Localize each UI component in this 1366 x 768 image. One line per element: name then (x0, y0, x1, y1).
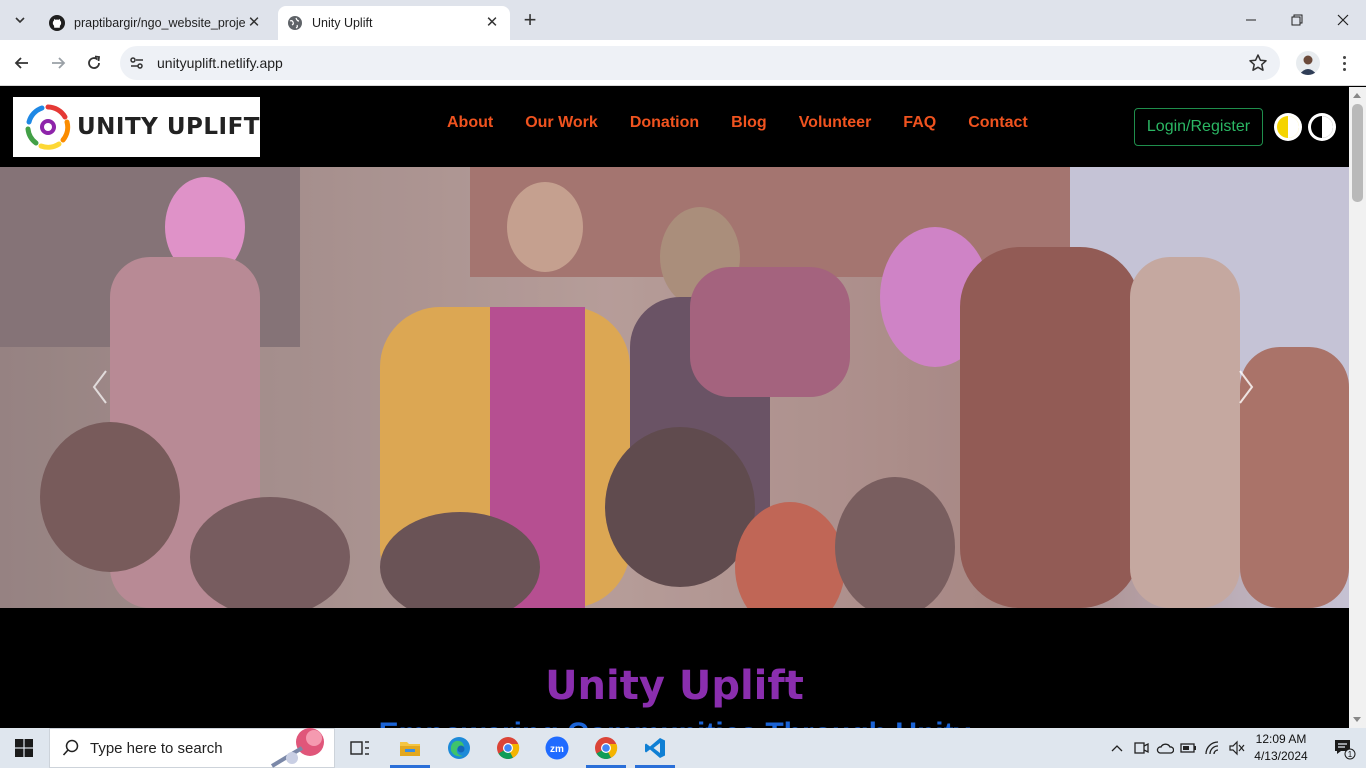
new-tab-button[interactable]: + (518, 9, 542, 33)
search-placeholder: Type here to search (90, 739, 223, 757)
browser-tab-strip: praptibargir/ngo_website_proje ✕ Unity U… (0, 0, 1366, 40)
close-tab-icon[interactable]: ✕ (484, 15, 500, 31)
chrome-button[interactable] (484, 728, 532, 768)
nav-blog[interactable]: Blog (731, 114, 767, 132)
back-button[interactable] (10, 51, 34, 75)
globe-icon (288, 16, 302, 30)
task-view-icon (350, 741, 369, 755)
dark-theme-toggle-icon[interactable] (1307, 112, 1337, 142)
profile-avatar[interactable] (1296, 51, 1320, 75)
meet-now-button[interactable] (1130, 728, 1152, 768)
hero-photo (0, 167, 1349, 608)
windows-icon (15, 739, 33, 757)
volume-muted-icon (1229, 740, 1245, 756)
notification-icon: 1 (1335, 740, 1356, 760)
unity-uplift-logo-icon (25, 104, 71, 150)
chrome-menu-button[interactable] (1334, 51, 1354, 75)
taskbar-clock[interactable]: 12:09 AM 4/13/2024 (1250, 731, 1312, 765)
hero-carousel (0, 167, 1349, 608)
svg-text:zm: zm (550, 744, 564, 755)
edge-icon (448, 737, 470, 759)
search-icon (62, 739, 79, 756)
carousel-next-icon[interactable] (1234, 367, 1258, 407)
logo-text: UNITY UPLIFT (77, 114, 260, 140)
arrow-left-icon (14, 57, 28, 69)
vscode-button[interactable] (631, 728, 679, 768)
chrome-icon (595, 737, 618, 759)
tab-unity-uplift[interactable]: Unity Uplift ✕ (278, 6, 510, 40)
tab-github[interactable]: praptibargir/ngo_website_proje ✕ (40, 6, 272, 40)
minimize-button[interactable] (1228, 0, 1274, 40)
hero-title: Unity Uplift (545, 663, 804, 709)
nav-faq[interactable]: FAQ (903, 114, 936, 132)
task-view-button[interactable] (336, 728, 384, 768)
restore-icon (1291, 14, 1303, 26)
show-hidden-icons-button[interactable] (1106, 728, 1128, 768)
scrollbar-thumb[interactable] (1352, 104, 1363, 202)
chrome-active-button[interactable] (582, 728, 630, 768)
main-nav: About Our Work Donation Blog Volunteer F… (447, 114, 1060, 132)
volume-button[interactable] (1226, 728, 1248, 768)
nav-donation[interactable]: Donation (630, 114, 699, 132)
tab-title: praptibargir/ngo_website_proje (74, 16, 246, 30)
zoom-button[interactable]: zm (533, 728, 581, 768)
close-tab-icon[interactable]: ✕ (246, 15, 262, 31)
close-window-button[interactable] (1320, 0, 1366, 40)
file-explorer-icon (400, 742, 420, 756)
nav-volunteer[interactable]: Volunteer (799, 114, 872, 132)
battery-button[interactable] (1178, 728, 1200, 768)
start-button[interactable] (0, 728, 48, 768)
wifi-icon (1205, 741, 1219, 755)
nav-about[interactable]: About (447, 114, 493, 132)
avatar-icon (1296, 51, 1320, 75)
forward-button[interactable] (46, 51, 70, 75)
browser-toolbar: unityuplift.netlify.app (0, 40, 1366, 86)
minimize-icon (1246, 19, 1256, 21)
light-theme-toggle-icon[interactable] (1273, 112, 1303, 142)
onedrive-button[interactable] (1154, 728, 1176, 768)
scroll-down-icon[interactable] (1353, 717, 1361, 722)
tab-title: Unity Uplift (312, 16, 373, 30)
tab-search-button[interactable] (8, 8, 32, 32)
restore-button[interactable] (1274, 0, 1320, 40)
clock-date: 4/13/2024 (1254, 749, 1308, 763)
chrome-icon (497, 737, 520, 759)
notification-count: 1 (1348, 750, 1353, 759)
close-icon (1337, 14, 1349, 26)
nav-our-work[interactable]: Our Work (525, 114, 598, 132)
web-page: UNITY UPLIFT About Our Work Donation Blo… (0, 87, 1349, 728)
chevron-up-icon (1111, 745, 1123, 752)
zoom-icon: zm (545, 736, 569, 760)
battery-icon (1180, 743, 1196, 753)
site-logo[interactable]: UNITY UPLIFT (13, 97, 260, 157)
reload-icon (88, 55, 101, 69)
page-scrollbar[interactable] (1349, 87, 1366, 728)
network-button[interactable] (1202, 728, 1224, 768)
taskbar-search[interactable]: Type here to search (49, 728, 335, 768)
clock-time: 12:09 AM (1255, 732, 1307, 746)
arrow-right-icon (52, 57, 66, 69)
edge-button[interactable] (435, 728, 483, 768)
login-register-button[interactable]: Login/Register (1134, 108, 1263, 146)
site-header: UNITY UPLIFT About Our Work Donation Blo… (0, 87, 1349, 167)
carousel-prev-icon[interactable] (88, 367, 112, 407)
vscode-icon (645, 738, 665, 758)
notification-center-button[interactable]: 1 (1322, 728, 1366, 768)
chevron-down-icon (15, 17, 25, 24)
bookmark-star-icon[interactable] (1248, 53, 1268, 73)
scroll-up-icon[interactable] (1353, 93, 1361, 98)
address-bar[interactable]: unityuplift.netlify.app (120, 46, 1280, 80)
url-text: unityuplift.netlify.app (157, 55, 283, 71)
search-highlight-icon (270, 728, 324, 768)
file-explorer-button[interactable] (386, 728, 434, 768)
site-settings-icon (130, 57, 143, 69)
github-icon (49, 15, 65, 31)
meet-now-icon (1134, 742, 1149, 754)
nav-contact[interactable]: Contact (968, 114, 1028, 132)
reload-button[interactable] (82, 51, 106, 75)
cloud-icon (1156, 743, 1174, 754)
windows-taskbar: Type here to search zm 12:09 AM 4/13/202… (0, 728, 1366, 768)
hero-subtitle: Empowering Communities Through Unity (0, 717, 1349, 728)
